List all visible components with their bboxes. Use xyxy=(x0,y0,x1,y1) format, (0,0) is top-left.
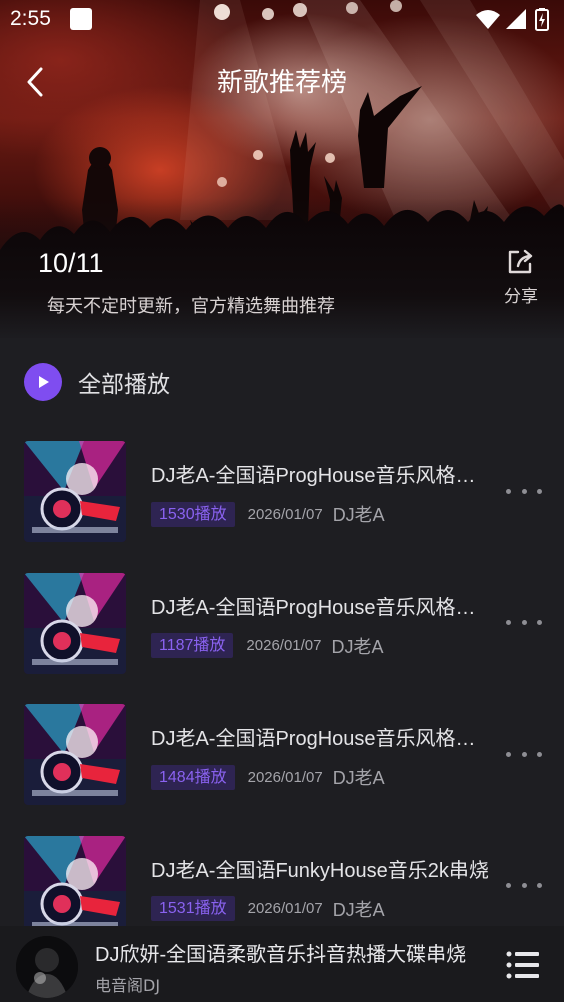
song-cover-image xyxy=(24,572,126,674)
more-options-icon[interactable] xyxy=(506,879,542,893)
now-playing-title: DJ欣妍-全国语柔歌音乐抖音热播大碟串烧 xyxy=(95,944,467,966)
share-button[interactable]: 分享 xyxy=(494,248,548,314)
play-all-label: 全部播放 xyxy=(78,372,170,398)
song-artist: DJ老A xyxy=(331,636,384,657)
song-artist: DJ老A xyxy=(332,899,385,920)
signal-icon xyxy=(506,9,526,29)
song-list: DJ老A-全国语ProgHouse音乐风格串烧 1530播放 2026/01/0… xyxy=(0,426,564,952)
song-date: 2026/01/07 xyxy=(247,768,323,786)
song-meta: 1530播放 2026/01/07 DJ老A xyxy=(151,501,385,527)
now-playing-artist: 电音阁DJ xyxy=(95,976,161,995)
now-playing-cover-image[interactable] xyxy=(16,936,78,998)
play-all-button[interactable]: 全部播放 xyxy=(24,362,170,402)
song-artist: DJ老A xyxy=(332,768,385,788)
share-icon xyxy=(508,249,533,274)
song-title: DJ老A-全国语ProgHouse音乐风格串烧 xyxy=(151,465,491,487)
status-time: 2:55 xyxy=(10,7,51,30)
hero-banner: 2:55 新歌推荐榜 10/11 每天不定时更新，官方精选舞曲推荐 分享 xyxy=(0,0,564,338)
song-item[interactable]: DJ老A-全国语ProgHouse音乐风格串烧 1484播放 2026/01/0… xyxy=(0,689,564,821)
song-item[interactable]: DJ老A-全国语ProgHouse音乐风格串烧 1187播放 2026/01/0… xyxy=(0,558,564,690)
song-date: 2026/01/07 xyxy=(246,637,322,654)
mini-player[interactable]: DJ欣妍-全国语柔歌音乐抖音热播大碟串烧 电音阁DJ xyxy=(0,926,564,1002)
more-options-icon[interactable] xyxy=(506,484,542,498)
page-title: 新歌推荐榜 xyxy=(216,68,347,98)
system-status-icons xyxy=(476,8,549,31)
song-cover-image xyxy=(24,835,126,937)
song-title: DJ老A-全国语ProgHouse音乐风格串烧 xyxy=(151,596,491,619)
battery-icon xyxy=(535,8,549,31)
song-meta: 1531播放 2026/01/07 DJ老A xyxy=(151,896,385,922)
song-title: DJ老A-全国语ProgHouse音乐风格串烧 xyxy=(151,728,491,750)
song-meta: 1484播放 2026/01/07 DJ老A xyxy=(151,764,385,790)
song-artist: DJ老A xyxy=(332,505,385,525)
song-title: DJ老A-全国语FunkyHouse音乐2k串烧 xyxy=(151,859,489,882)
more-options-icon[interactable] xyxy=(506,747,542,761)
notification-square-icon xyxy=(70,8,92,30)
play-count-badge: 1531播放 xyxy=(151,896,235,921)
song-item[interactable]: DJ老A-全国语ProgHouse音乐风格串烧 1530播放 2026/01/0… xyxy=(0,426,564,558)
play-icon xyxy=(24,363,62,401)
song-meta: 1187播放 2026/01/07 DJ老A xyxy=(151,633,384,659)
song-cover-image xyxy=(24,704,126,805)
chart-subtitle: 每天不定时更新，官方精选舞曲推荐 xyxy=(47,296,335,317)
playlist-icon[interactable] xyxy=(506,950,540,980)
status-bar: 2:55 xyxy=(0,0,564,40)
wifi-icon xyxy=(476,10,500,29)
song-date: 2026/01/07 xyxy=(247,505,323,523)
play-count-badge: 1187播放 xyxy=(151,633,234,658)
song-date: 2026/01/07 xyxy=(247,900,323,917)
more-options-icon[interactable] xyxy=(506,616,542,630)
play-count-badge: 1484播放 xyxy=(151,764,235,790)
play-count-badge: 1530播放 xyxy=(151,501,235,527)
share-label: 分享 xyxy=(504,287,538,307)
screen: 2:55 新歌推荐榜 10/11 每天不定时更新，官方精选舞曲推荐 分享 全部播… xyxy=(0,0,564,1002)
chart-date: 10/11 xyxy=(38,248,104,278)
song-cover-image xyxy=(24,441,126,542)
